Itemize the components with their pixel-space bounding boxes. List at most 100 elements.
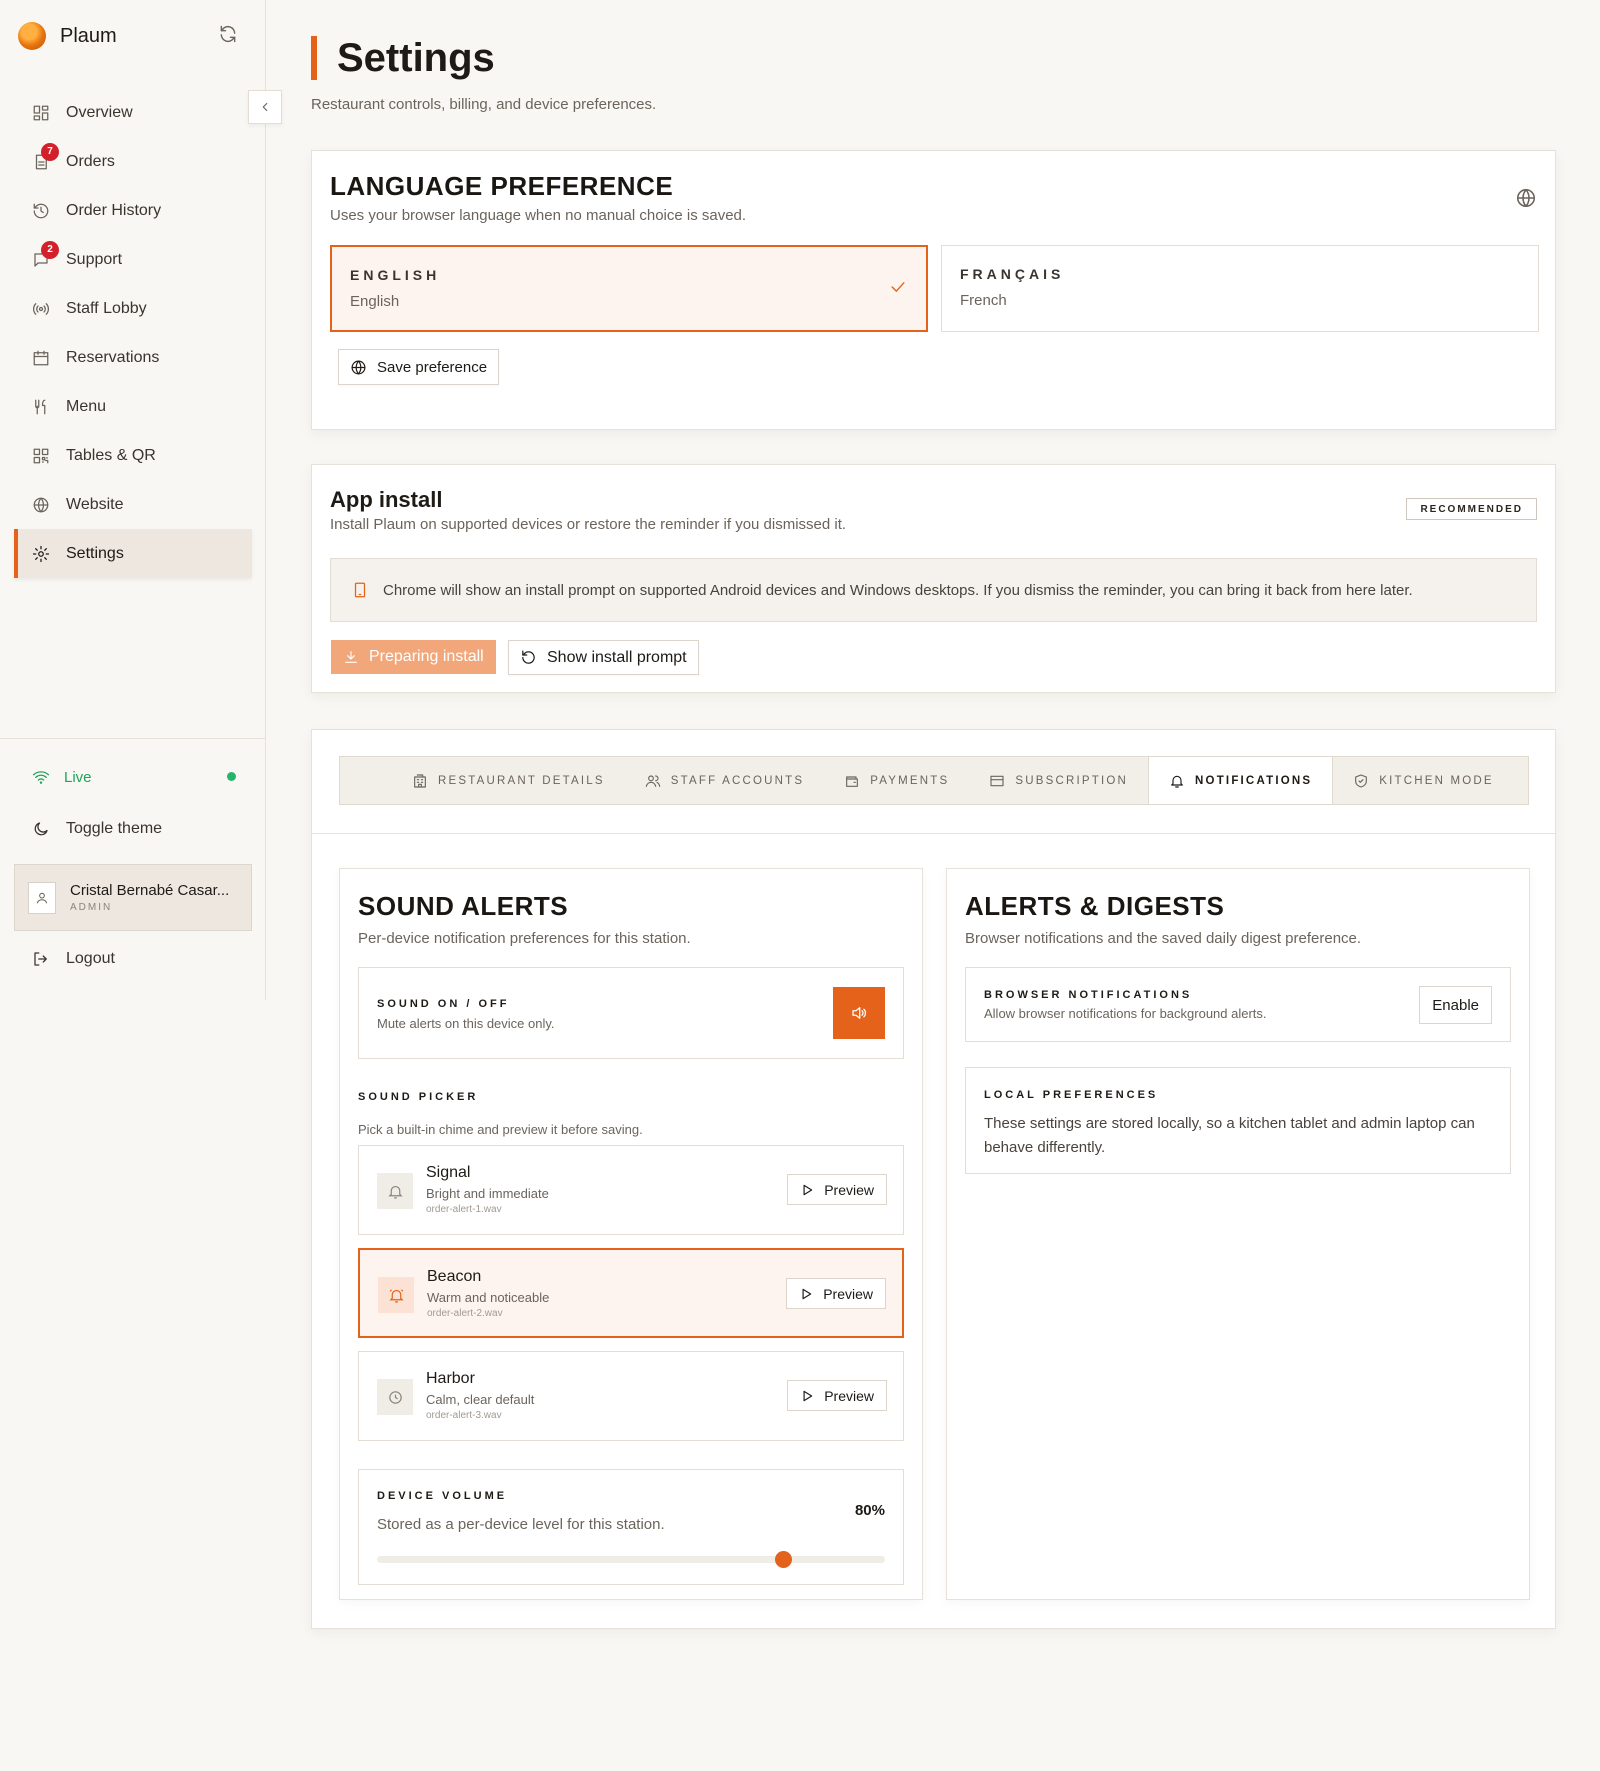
enable-notifications-button[interactable]: Enable xyxy=(1419,986,1492,1024)
language-code: ENGLISH xyxy=(350,267,441,283)
broadcast-icon xyxy=(32,300,50,318)
volume-slider[interactable] xyxy=(377,1551,885,1568)
sidebar-item-label: Overview xyxy=(66,103,133,121)
tab-kitchen-mode[interactable]: KITCHEN MODE xyxy=(1333,757,1514,804)
language-option-english[interactable]: ENGLISH English xyxy=(330,245,928,332)
sound-toggle-desc: Mute alerts on this device only. xyxy=(377,1016,555,1031)
tab-restaurant-details[interactable]: RESTAURANT DETAILS xyxy=(340,757,625,804)
sidebar-item-label: Reservations xyxy=(66,348,160,366)
user-card[interactable]: Cristal Bernabé Casar... ADMIN xyxy=(14,864,252,931)
refresh-icon[interactable] xyxy=(218,24,238,44)
device-volume-value: 80% xyxy=(854,1502,885,1519)
sidebar-item-menu[interactable]: Menu xyxy=(14,382,252,431)
sound-alerts-panel: SOUND ALERTS Per-device notification pre… xyxy=(339,868,923,1600)
language-subtitle: Uses your browser language when no manua… xyxy=(330,207,747,224)
sidebar-item-label: Tables & QR xyxy=(66,446,156,464)
collapse-sidebar-button[interactable] xyxy=(248,90,282,124)
language-code: FRANÇAIS xyxy=(960,266,1065,282)
preview-button[interactable]: Preview xyxy=(787,1174,887,1205)
language-preference-card: LANGUAGE PREFERENCE Uses your browser la… xyxy=(311,150,1556,430)
moon-icon xyxy=(32,820,50,838)
sound-option-signal[interactable]: Signal Bright and immediate order-alert-… xyxy=(358,1145,904,1235)
alerts-digests-panel: ALERTS & DIGESTS Browser notifications a… xyxy=(946,868,1530,1600)
sound-file: order-alert-1.wav xyxy=(426,1204,502,1215)
preview-label: Preview xyxy=(823,1285,873,1302)
globe-icon xyxy=(350,359,367,376)
browser-notifications-row: BROWSER NOTIFICATIONS Allow browser noti… xyxy=(965,967,1511,1042)
tab-payments[interactable]: PAYMENTS xyxy=(824,757,969,804)
chat-icon: 2 xyxy=(32,240,59,269)
sound-picker-desc: Pick a built-in chime and preview it bef… xyxy=(358,1122,643,1137)
local-preferences-box: LOCAL PREFERENCES These settings are sto… xyxy=(965,1067,1511,1174)
sidebar-item-order-history[interactable]: Order History xyxy=(14,186,252,235)
sound-option-beacon[interactable]: Beacon Warm and noticeable order-alert-2… xyxy=(358,1248,904,1338)
sound-desc: Bright and immediate xyxy=(426,1186,549,1201)
live-label: Live xyxy=(64,768,92,786)
building-icon xyxy=(412,773,428,789)
preview-label: Preview xyxy=(824,1181,874,1198)
device-volume-label: DEVICE VOLUME xyxy=(377,1490,508,1502)
show-install-prompt-button[interactable]: Show install prompt xyxy=(508,640,699,675)
speaker-icon xyxy=(850,1004,868,1022)
sidebar-item-tables-qr[interactable]: Tables & QR xyxy=(14,431,252,480)
save-preference-button[interactable]: Save preference xyxy=(338,349,500,385)
utensils-icon xyxy=(32,398,50,416)
sound-name: Signal xyxy=(426,1164,471,1181)
tab-label: SUBSCRIPTION xyxy=(1015,774,1129,787)
sidebar-item-label: Order History xyxy=(66,201,162,219)
tab-staff-accounts[interactable]: STAFF ACCOUNTS xyxy=(625,757,824,804)
browser-notifications-desc: Allow browser notifications for backgrou… xyxy=(984,1006,1267,1021)
brand[interactable]: Plaum xyxy=(18,18,117,54)
toggle-theme-label: Toggle theme xyxy=(66,820,163,837)
preview-button[interactable]: Preview xyxy=(787,1380,887,1411)
sound-option-harbor[interactable]: Harbor Calm, clear default order-alert-3… xyxy=(358,1351,904,1441)
users-icon xyxy=(645,773,661,789)
tab-label: RESTAURANT DETAILS xyxy=(438,774,605,787)
user-avatar-icon xyxy=(28,881,56,914)
language-title: LANGUAGE PREFERENCE xyxy=(330,171,674,201)
volume-slider-thumb[interactable] xyxy=(775,1551,793,1568)
language-name: English xyxy=(350,293,400,310)
settings-tabs: RESTAURANT DETAILS STAFF ACCOUNTS PAYMEN… xyxy=(339,756,1529,805)
sidebar-item-support[interactable]: 2 Support xyxy=(14,235,252,284)
brand-name: Plaum xyxy=(60,24,117,47)
app-install-card: App install Install Plaum on supported d… xyxy=(311,464,1556,693)
device-volume-desc: Stored as a per-device level for this st… xyxy=(377,1516,665,1533)
sidebar-item-staff-lobby[interactable]: Staff Lobby xyxy=(14,284,252,333)
sidebar-item-label: Website xyxy=(66,495,124,513)
logout-icon xyxy=(32,950,50,968)
sound-alerts-subtitle: Per-device notification preferences for … xyxy=(358,930,691,947)
sound-toggle-button[interactable] xyxy=(833,987,885,1039)
app-install-title: App install xyxy=(330,487,443,512)
sound-file: order-alert-2.wav xyxy=(427,1308,503,1319)
sidebar-item-website[interactable]: Website xyxy=(14,480,252,529)
sidebar-item-label: Staff Lobby xyxy=(66,299,147,317)
local-preferences-desc: These settings are stored locally, so a … xyxy=(984,1115,1475,1156)
preparing-install-button[interactable]: Preparing install xyxy=(331,640,496,674)
chevron-left-icon xyxy=(258,100,272,114)
logout-button[interactable]: Logout xyxy=(32,950,115,968)
sound-toggle-row: SOUND ON / OFF Mute alerts on this devic… xyxy=(358,967,904,1059)
smartphone-icon xyxy=(351,581,369,599)
page-title: Settings xyxy=(311,36,495,80)
sidebar-item-orders[interactable]: 7 Orders xyxy=(14,137,252,186)
device-volume-box: DEVICE VOLUME Stored as a per-device lev… xyxy=(358,1469,904,1585)
sound-name: Beacon xyxy=(427,1268,482,1285)
sound-alerts-title: SOUND ALERTS xyxy=(358,891,569,921)
sidebar-item-reservations[interactable]: Reservations xyxy=(14,333,252,382)
tab-notifications[interactable]: NOTIFICATIONS xyxy=(1148,757,1334,804)
tab-label: KITCHEN MODE xyxy=(1379,774,1494,787)
play-icon xyxy=(800,1183,814,1197)
sidebar-item-settings[interactable]: Settings xyxy=(14,529,252,578)
live-status: Live xyxy=(32,764,236,790)
wifi-icon xyxy=(32,768,50,786)
sidebar-item-overview[interactable]: Overview xyxy=(14,88,252,137)
show-install-prompt-label: Show install prompt xyxy=(547,648,687,666)
tab-subscription[interactable]: SUBSCRIPTION xyxy=(969,757,1148,804)
play-icon xyxy=(800,1389,814,1403)
preview-button[interactable]: Preview xyxy=(786,1278,886,1309)
alerts-digests-subtitle: Browser notifications and the saved dail… xyxy=(965,930,1362,947)
toggle-theme-button[interactable]: Toggle theme xyxy=(32,820,162,838)
install-note-text: Chrome will show an install prompt on su… xyxy=(383,581,1413,599)
language-option-french[interactable]: FRANÇAIS French xyxy=(941,245,1539,332)
